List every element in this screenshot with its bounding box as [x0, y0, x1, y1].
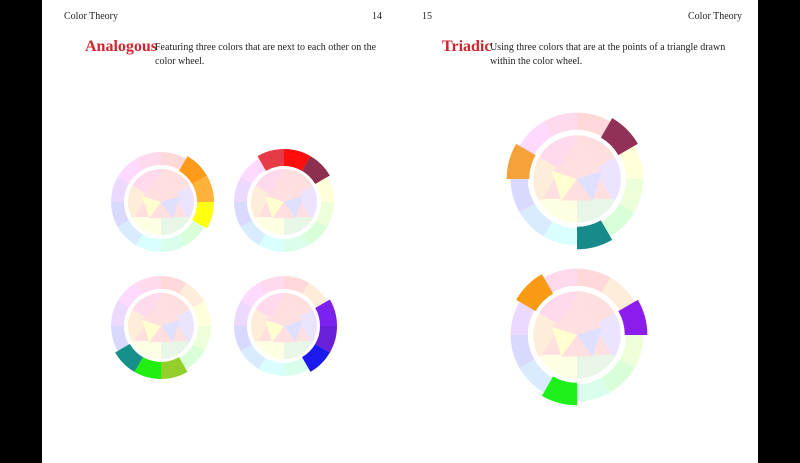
page-number: 14	[372, 11, 382, 22]
triadic-wheel-1	[506, 112, 644, 250]
analogous-wheel-green	[111, 276, 211, 379]
section-heading-analogous: Analogous	[85, 38, 158, 55]
section-description: Using three colors that are at the point…	[490, 42, 726, 67]
triadic-wheel-2	[510, 268, 648, 406]
running-title: Color Theory	[64, 11, 118, 22]
analogous-wheel-orange-yellow	[111, 152, 214, 252]
page-number: 15	[422, 11, 432, 22]
right-page: 15 Color Theory Triadic Using three colo…	[400, 0, 758, 463]
analogous-wheel-red	[234, 149, 334, 252]
left-page: Color Theory 14 Analogous Featuring thre…	[42, 0, 400, 463]
section-description: Featuring three colors that are next to …	[155, 42, 377, 67]
analogous-wheel-violet-blue	[234, 276, 337, 376]
running-title: Color Theory	[688, 11, 742, 22]
section-heading-triadic: Triadic	[442, 38, 492, 55]
